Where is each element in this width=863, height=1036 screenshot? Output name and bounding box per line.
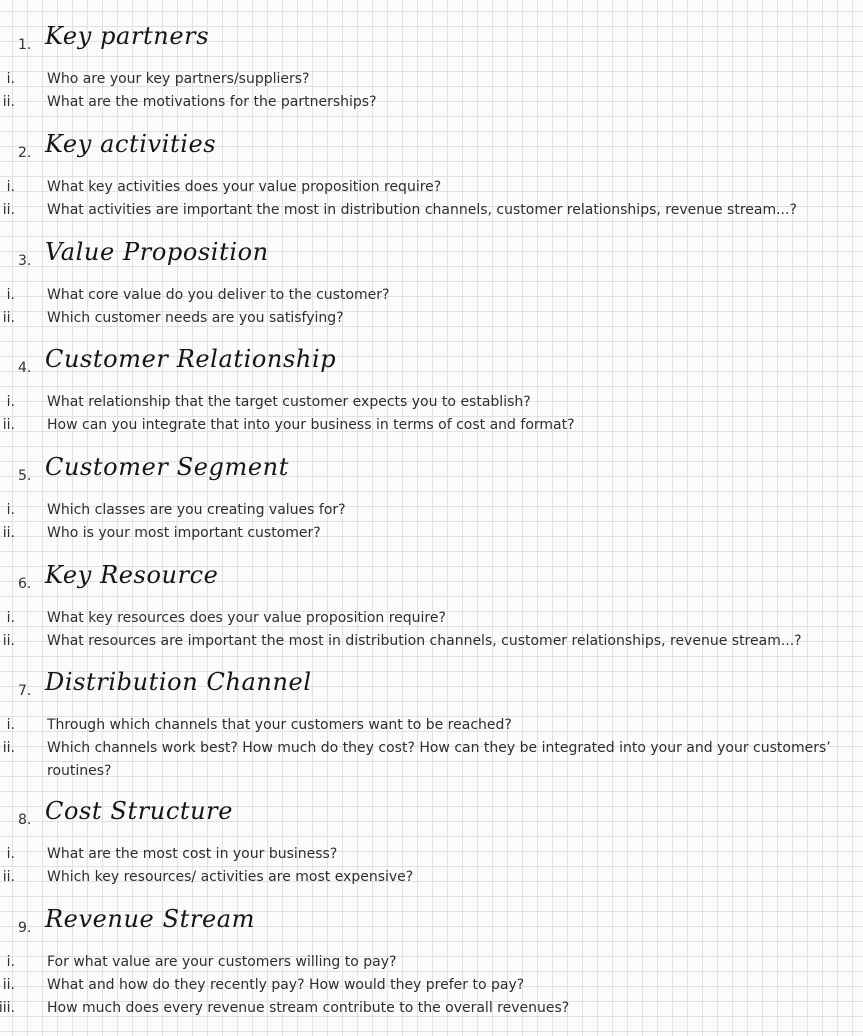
section-number: 4. <box>18 360 32 376</box>
question-text: routines? <box>47 763 112 779</box>
section-title: Key Resource <box>45 561 219 589</box>
section-number: 2. <box>18 145 32 161</box>
section-title: Value Proposition <box>45 238 269 266</box>
section-2: 2. Key activities i. What key activities do… <box>0 130 863 222</box>
question-text: What resources are important the most in… <box>47 633 802 649</box>
question-numeral: i. <box>6 846 15 862</box>
question-numeral: i. <box>6 394 15 410</box>
section-number: 5. <box>18 468 32 484</box>
question-numeral: ii. <box>2 740 15 756</box>
question-text: Which key resources/ activities are most… <box>47 869 414 885</box>
question-numeral: iii. <box>0 1000 15 1016</box>
section-4: 4. Customer Relationship i. What relationsh… <box>0 345 863 437</box>
section-6: 6. Key Resource i. What key resources does … <box>0 561 863 653</box>
question-numeral: i. <box>6 71 15 87</box>
question-numeral: ii. <box>2 977 15 993</box>
section-title: Customer Segment <box>45 453 289 481</box>
question-numeral: i. <box>6 287 15 303</box>
section-title: Revenue Stream <box>45 905 256 933</box>
business-model-questions: 1. Key partners i. Who are your key partner… <box>0 0 863 1036</box>
question-numeral: ii. <box>2 525 15 541</box>
question-text: How much does every revenue stream contr… <box>47 1000 570 1016</box>
section-title: Cost Structure <box>45 797 234 825</box>
section-title: Customer Relationship <box>45 345 337 373</box>
section-8: 8. Cost Structure i. What are the most cost… <box>0 797 863 889</box>
question-numeral: ii. <box>2 869 15 885</box>
section-number: 9. <box>18 920 32 936</box>
section-number: 8. <box>18 812 32 828</box>
question-text: What are the motivations for the partner… <box>47 94 377 110</box>
section-title: Distribution Channel <box>45 668 312 696</box>
section-title: Key partners <box>45 22 210 50</box>
question-numeral: i. <box>6 502 15 518</box>
question-numeral: ii. <box>2 417 15 433</box>
question-numeral: i. <box>6 610 15 626</box>
question-text: What activities are important the most i… <box>47 202 797 218</box>
question-text: What and how do they recently pay? How w… <box>47 977 525 993</box>
section-3: 3. Value Proposition i. What core value do … <box>0 238 863 330</box>
question-text: What relationship that the target custom… <box>47 394 531 410</box>
section-number: 6. <box>18 576 32 592</box>
question-text: For what value are your customers willin… <box>47 954 397 970</box>
section-title: Key activities <box>45 130 217 158</box>
question-text: What core value do you deliver to the cu… <box>47 287 390 303</box>
question-text: Which classes are you creating values fo… <box>47 502 346 518</box>
question-text: Who is your most important customer? <box>47 525 321 541</box>
question-text: What key activities does your value prop… <box>47 179 442 195</box>
section-1: 1. Key partners i. Who are your key partner… <box>0 22 863 114</box>
question-text: Who are your key partners/suppliers? <box>47 71 310 87</box>
section-number: 3. <box>18 253 32 269</box>
section-7: 7. Distribution Channel i. Through which ch… <box>0 668 863 783</box>
question-numeral: ii. <box>2 310 15 326</box>
question-numeral: ii. <box>2 94 15 110</box>
question-text: What key resources does your value propo… <box>47 610 446 626</box>
question-text: Through which channels that your custome… <box>47 717 512 733</box>
section-9: 9. Revenue Stream i. For what value are you… <box>0 905 863 1020</box>
question-numeral: i. <box>6 954 15 970</box>
section-number: 7. <box>18 683 32 699</box>
section-5: 5. Customer Segment i. Which classes are yo… <box>0 453 863 545</box>
question-text: Which channels work best? How much do th… <box>47 740 831 756</box>
section-number: 1. <box>18 37 32 53</box>
question-numeral: ii. <box>2 633 15 649</box>
question-text: Which customer needs are you satisfying? <box>47 310 344 326</box>
question-numeral: i. <box>6 179 15 195</box>
question-numeral: ii. <box>2 202 15 218</box>
question-numeral: i. <box>6 717 15 733</box>
question-text: How can you integrate that into your bus… <box>47 417 575 433</box>
question-text: What are the most cost in your business? <box>47 846 338 862</box>
